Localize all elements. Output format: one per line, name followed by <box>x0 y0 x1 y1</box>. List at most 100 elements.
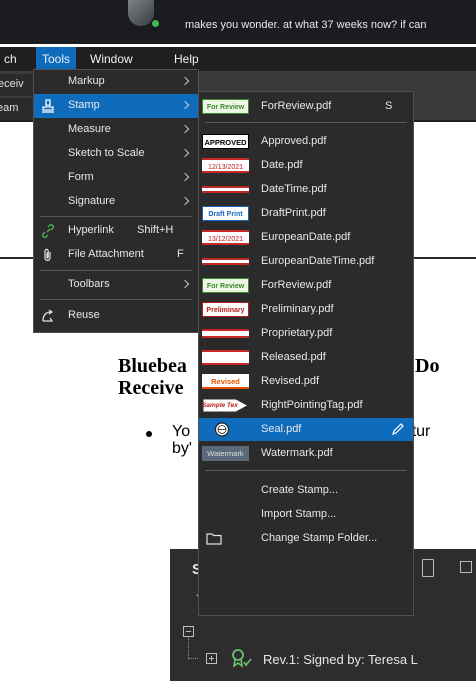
menu-item-label: File Attachment <box>68 248 144 260</box>
stamp-thumbnail: 13/12/2021 <box>202 230 249 245</box>
menu-separator <box>40 216 192 217</box>
tools-menu-form[interactable]: Form <box>34 166 198 190</box>
paperclip-icon <box>44 248 51 262</box>
signature-revision[interactable]: Rev.1: Signed by: Teresa L <box>263 652 418 667</box>
document-text: Yo <box>172 423 191 440</box>
menu-help[interactable]: Help <box>168 47 205 71</box>
stamp-item[interactable]: Revised Revised.pdf <box>199 370 413 393</box>
document-heading: Bluebea <box>118 355 187 377</box>
stamp-thumbnail: Preliminary <box>202 302 249 317</box>
command-label: Import Stamp... <box>261 508 337 520</box>
menu-separator <box>40 299 192 300</box>
stamp-label: Revised.pdf <box>261 375 320 387</box>
stamp-label: Watermark.pdf <box>261 447 333 459</box>
stamp-item[interactable]: Released.pdf <box>199 346 413 369</box>
stamp-thumbnail: Watermark <box>202 446 249 461</box>
document-tab-label: eceiv <box>0 78 24 90</box>
pencil-icon[interactable] <box>391 422 405 436</box>
tools-menu-stamp[interactable]: Stamp <box>34 94 198 118</box>
collapse-icon[interactable] <box>183 626 194 637</box>
document-tab-label: eam <box>0 102 19 114</box>
chat-message: makes you wonder. at what 37 weeks now? … <box>185 19 427 31</box>
stamp-label: EuropeanDateTime.pdf <box>261 255 375 267</box>
stamp-thumbnail <box>202 186 249 193</box>
menu-separator <box>205 122 407 123</box>
tools-menu-signature[interactable]: Signature <box>34 190 198 214</box>
menu-search[interactable]: ch <box>0 47 23 71</box>
menu-item-label: Stamp <box>68 99 100 111</box>
stamp-item[interactable]: DateTime.pdf <box>199 178 413 201</box>
stamp-item[interactable]: Proprietary.pdf <box>199 322 413 345</box>
stamp-label: Date.pdf <box>261 159 303 171</box>
stamp-label: Proprietary.pdf <box>261 327 333 339</box>
signature-valid-icon <box>232 649 252 668</box>
menu-tools[interactable]: Tools <box>36 47 77 71</box>
chevron-right-icon <box>180 196 190 206</box>
menu-separator <box>205 470 407 471</box>
stamp-item[interactable]: 12/13/2021 Date.pdf <box>199 154 413 177</box>
stamp-label: Seal.pdf <box>261 423 302 435</box>
stamp-item[interactable]: Draft Print DraftPrint.pdf <box>199 202 413 225</box>
import-stamp-item[interactable]: Import Stamp... <box>199 503 413 526</box>
link-icon <box>42 224 54 238</box>
tools-menu-toolbars[interactable]: Toolbars <box>34 273 198 297</box>
document-tab[interactable]: eam <box>0 98 34 120</box>
reuse-icon <box>42 309 54 322</box>
folder-icon <box>206 533 222 545</box>
document-heading: Receive <box>118 377 184 399</box>
stamp-label: DraftPrint.pdf <box>261 207 326 219</box>
menu-item-label: Measure <box>68 123 111 135</box>
seal-icon <box>214 422 230 437</box>
chevron-right-icon <box>180 100 190 110</box>
menu-item-label: Hyperlink <box>68 224 114 236</box>
stamp-thumbnail: APPROVED <box>202 134 249 149</box>
menubar: ch Tools Window Help <box>0 47 476 71</box>
stamp-thumbnail: Draft Print <box>202 206 249 221</box>
menu-separator <box>40 270 192 271</box>
stamp-submenu: For Review ForReview.pdf S APPROVED Appr… <box>198 91 414 616</box>
stamp-item[interactable]: Watermark Watermark.pdf <box>199 442 413 465</box>
stamp-icon <box>42 99 54 113</box>
stamp-item-selected[interactable]: Seal.pdf <box>199 418 413 441</box>
stamp-thumbnail <box>202 350 249 365</box>
stamp-thumbnail <box>202 258 249 265</box>
bullet-icon <box>146 431 152 437</box>
tools-menu-file-attachment[interactable]: File Attachment F <box>34 243 198 267</box>
menu-window[interactable]: Window <box>84 47 139 71</box>
menu-item-shortcut: F <box>177 248 184 260</box>
stamp-current[interactable]: For Review ForReview.pdf S <box>199 95 413 118</box>
chevron-right-icon <box>180 124 190 134</box>
stamp-label: Released.pdf <box>261 351 326 363</box>
document-tab[interactable]: eceiv <box>0 74 34 96</box>
stamp-thumbnail <box>202 329 249 338</box>
stamp-item[interactable]: Preliminary Preliminary.pdf <box>199 298 413 321</box>
tree-line <box>188 658 198 659</box>
tools-menu-measure[interactable]: Measure <box>34 118 198 142</box>
document-icon <box>422 559 434 577</box>
stamp-item[interactable]: For Review ForReview.pdf <box>199 274 413 297</box>
chevron-right-icon <box>180 76 190 86</box>
stamp-item[interactable]: 13/12/2021 EuropeanDate.pdf <box>199 226 413 249</box>
tools-menu-hyperlink[interactable]: Hyperlink Shift+H <box>34 219 198 243</box>
chevron-right-icon <box>180 172 190 182</box>
expand-icon[interactable] <box>206 653 217 664</box>
chevron-right-icon <box>180 148 190 158</box>
create-stamp-item[interactable]: Create Stamp... <box>199 479 413 502</box>
stamp-label: Preliminary.pdf <box>261 303 334 315</box>
menu-item-label: Toolbars <box>68 278 110 290</box>
stamp-label: EuropeanDate.pdf <box>261 231 351 243</box>
stamp-label: ForReview.pdf <box>261 100 332 112</box>
stamp-item[interactable]: APPROVED Approved.pdf <box>199 130 413 153</box>
stamp-item[interactable]: EuropeanDateTime.pdf <box>199 250 413 273</box>
change-stamp-folder-item[interactable]: Change Stamp Folder... <box>199 527 413 550</box>
chat-strip: makes you wonder. at what 37 weeks now? … <box>0 0 476 44</box>
command-label: Change Stamp Folder... <box>261 532 378 544</box>
menu-item-label: Markup <box>68 75 105 87</box>
command-label: Create Stamp... <box>261 484 339 496</box>
tools-menu-sketch-to-scale[interactable]: Sketch to Scale <box>34 142 198 166</box>
tools-menu-reuse[interactable]: Reuse <box>34 304 198 328</box>
stamp-thumbnail: For Review <box>202 278 249 293</box>
stamp-label: RightPointingTag.pdf <box>261 399 363 411</box>
tools-menu-markup[interactable]: Markup <box>34 70 198 94</box>
stamp-item[interactable]: Sample Text RightPointingTag.pdf <box>199 394 413 417</box>
